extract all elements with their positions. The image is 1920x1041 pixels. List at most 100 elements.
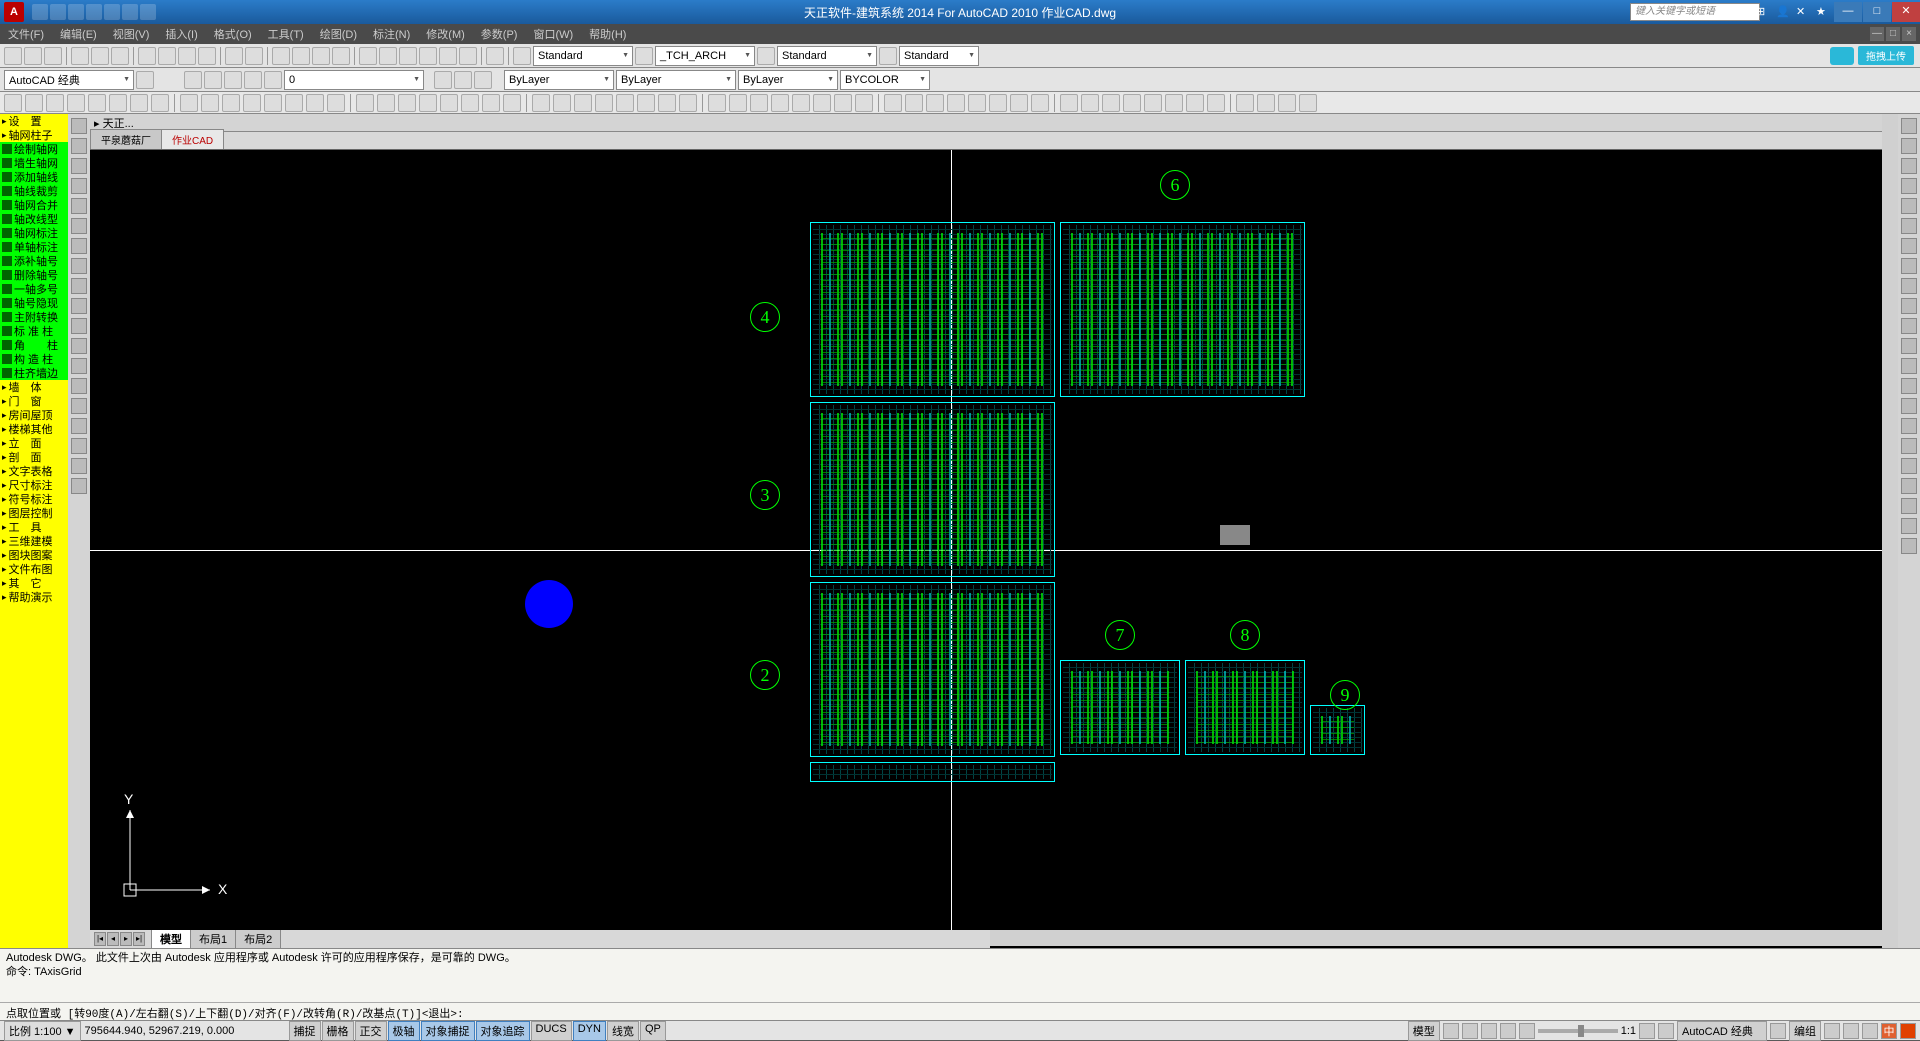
menu-modify[interactable]: 修改(M)	[426, 26, 465, 42]
infocenter-icon[interactable]: ⊞	[1756, 5, 1770, 19]
tz-item-29[interactable]: 工 具	[0, 520, 68, 534]
tz-tool-41-icon[interactable]	[905, 94, 923, 112]
textstyle-icon[interactable]	[513, 47, 531, 65]
tz-tool-52-icon[interactable]	[1144, 94, 1162, 112]
tz-tool-4-icon[interactable]	[88, 94, 106, 112]
line-icon[interactable]	[71, 118, 87, 134]
status-qv-icon[interactable]	[1462, 1023, 1478, 1039]
qat-redo-icon[interactable]	[104, 4, 120, 20]
tz-tool-51-icon[interactable]	[1123, 94, 1141, 112]
menu-insert[interactable]: 插入(I)	[165, 26, 197, 42]
tz-tool-16-icon[interactable]	[356, 94, 374, 112]
tz-item-6[interactable]: 轴网合并	[0, 198, 68, 212]
menu-view[interactable]: 视图(V)	[113, 26, 150, 42]
gradient-icon[interactable]	[71, 418, 87, 434]
tz-tool-55-icon[interactable]	[1207, 94, 1225, 112]
publish-icon[interactable]	[111, 47, 129, 65]
status-hw-icon[interactable]	[1824, 1023, 1840, 1039]
tz-tool-37-icon[interactable]	[813, 94, 831, 112]
tz-tool-25-icon[interactable]	[553, 94, 571, 112]
status-clean-icon[interactable]	[1862, 1023, 1878, 1039]
erase-icon[interactable]	[1901, 118, 1917, 134]
status-group[interactable]: 编组	[1789, 1021, 1821, 1041]
tz-item-34[interactable]: 帮助演示	[0, 590, 68, 604]
tz-tool-30-icon[interactable]	[658, 94, 676, 112]
tz-item-10[interactable]: 添补轴号	[0, 254, 68, 268]
status-toggle-对象捕捉[interactable]: 对象捕捉	[421, 1021, 475, 1041]
tz-tool-2-icon[interactable]	[46, 94, 64, 112]
sogou-icon[interactable]	[1900, 1023, 1916, 1039]
tz-tool-8-icon[interactable]	[180, 94, 198, 112]
tz-tool-20-icon[interactable]	[440, 94, 458, 112]
horizontal-scrollbar[interactable]	[990, 930, 1882, 946]
region-icon[interactable]	[71, 438, 87, 454]
tablestyle-icon[interactable]	[757, 47, 775, 65]
qat-save-icon[interactable]	[68, 4, 84, 20]
status-annoscale[interactable]: 1:1	[1621, 1025, 1636, 1037]
new-icon[interactable]	[4, 47, 22, 65]
tz-tool-26-icon[interactable]	[574, 94, 592, 112]
markup-icon[interactable]	[439, 47, 457, 65]
extend-icon[interactable]	[1901, 318, 1917, 334]
tz-tool-45-icon[interactable]	[989, 94, 1007, 112]
tz-tool-47-icon[interactable]	[1031, 94, 1049, 112]
tz-item-24[interactable]: 剖 面	[0, 450, 68, 464]
tz-tool-28-icon[interactable]	[616, 94, 634, 112]
layer-freeze-icon[interactable]	[204, 71, 222, 89]
maximize-button[interactable]: □	[1863, 2, 1891, 22]
extra-tool-icon[interactable]	[1901, 538, 1917, 554]
tz-tool-44-icon[interactable]	[968, 94, 986, 112]
tz-tool-5-icon[interactable]	[109, 94, 127, 112]
pan-icon[interactable]	[272, 47, 290, 65]
tz-tool-58-icon[interactable]	[1278, 94, 1296, 112]
trim-icon[interactable]	[1901, 298, 1917, 314]
menu-draw[interactable]: 绘图(D)	[320, 26, 357, 42]
tz-item-31[interactable]: 图块图案	[0, 548, 68, 562]
ellipse-icon[interactable]	[71, 298, 87, 314]
mleaderstyle-icon[interactable]	[879, 47, 897, 65]
paste-icon[interactable]	[178, 47, 196, 65]
tz-tool-29-icon[interactable]	[637, 94, 655, 112]
chamfer-icon[interactable]	[1901, 378, 1917, 394]
tz-tool-21-icon[interactable]	[461, 94, 479, 112]
menu-parametric[interactable]: 参数(P)	[481, 26, 518, 42]
ime-icon[interactable]: 中	[1881, 1023, 1897, 1039]
tz-item-28[interactable]: 图层控制	[0, 506, 68, 520]
layer-dropdown[interactable]: 0	[284, 70, 424, 90]
scale-dropdown[interactable]: 比例 1:100 ▼	[4, 1021, 81, 1041]
tz-item-23[interactable]: 立 面	[0, 436, 68, 450]
explode-icon[interactable]	[1901, 418, 1917, 434]
block-icon[interactable]	[71, 358, 87, 374]
cloud-upload-widget[interactable]: 拖拽上传	[1830, 46, 1914, 65]
layout-tab-1[interactable]: 布局1	[190, 929, 236, 949]
tz-tool-34-icon[interactable]	[750, 94, 768, 112]
spline-icon[interactable]	[71, 278, 87, 294]
nav-pan-icon[interactable]	[1901, 458, 1917, 474]
dimstyle-icon[interactable]	[635, 47, 653, 65]
status-toggle-捕捉[interactable]: 捕捉	[289, 1021, 321, 1041]
layer-prev-icon[interactable]	[434, 71, 452, 89]
tz-tool-23-icon[interactable]	[503, 94, 521, 112]
preview-icon[interactable]	[91, 47, 109, 65]
tz-item-21[interactable]: 房间屋顶	[0, 408, 68, 422]
hatch-icon[interactable]	[71, 398, 87, 414]
tz-tool-6-icon[interactable]	[130, 94, 148, 112]
tz-tool-48-icon[interactable]	[1060, 94, 1078, 112]
status-toggle-对象追踪[interactable]: 对象追踪	[476, 1021, 530, 1041]
nav-zoom-icon[interactable]	[1901, 478, 1917, 494]
close-button[interactable]: ✕	[1892, 2, 1920, 22]
tz-tool-31-icon[interactable]	[679, 94, 697, 112]
revcloud-icon[interactable]	[71, 258, 87, 274]
mleader-style-dropdown[interactable]: Standard	[899, 46, 979, 66]
zoom-previous-icon[interactable]	[332, 47, 350, 65]
help2-icon[interactable]	[486, 47, 504, 65]
tz-item-32[interactable]: 文件布图	[0, 562, 68, 576]
move-icon[interactable]	[1901, 218, 1917, 234]
tz-tool-13-icon[interactable]	[285, 94, 303, 112]
tz-tool-7-icon[interactable]	[151, 94, 169, 112]
status-toggle-线宽[interactable]: 线宽	[607, 1021, 639, 1041]
tz-tool-14-icon[interactable]	[306, 94, 324, 112]
tz-item-30[interactable]: 三维建模	[0, 534, 68, 548]
status-toggle-栅格[interactable]: 栅格	[322, 1021, 354, 1041]
tz-item-4[interactable]: 添加轴线	[0, 170, 68, 184]
